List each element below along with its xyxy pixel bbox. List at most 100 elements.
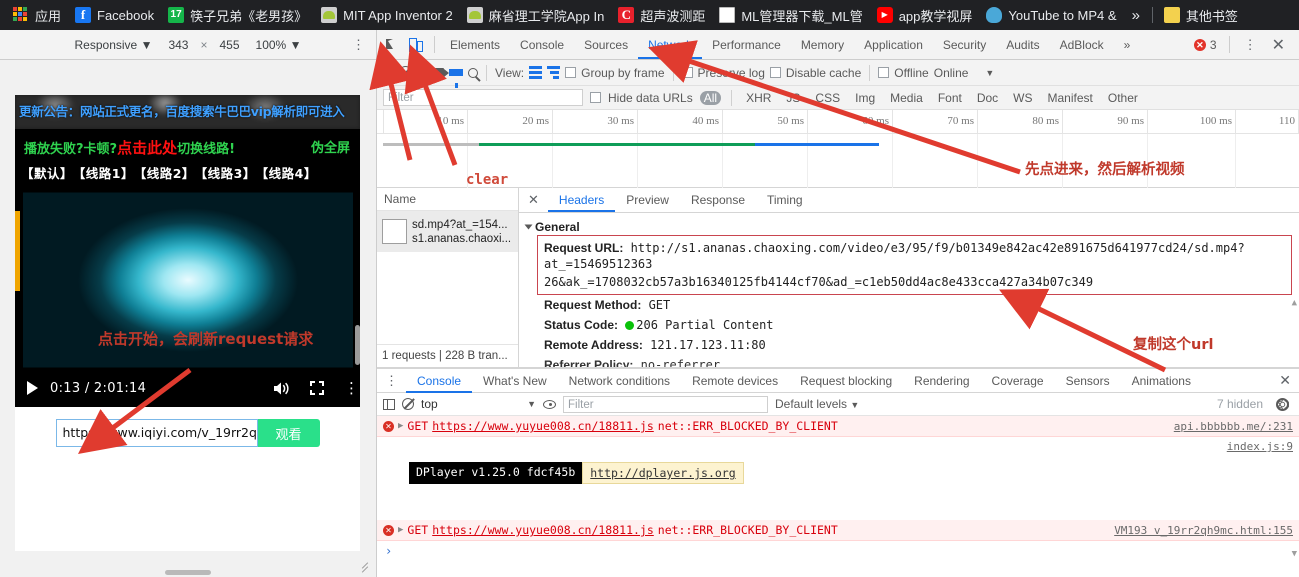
error-count-badge[interactable]: ✕ 3	[1189, 38, 1222, 52]
route-default[interactable]: 【默认】	[21, 166, 73, 181]
bookmark-ultrasonic[interactable]: C 超声波测距	[611, 3, 712, 27]
device-select[interactable]: Responsive ▼	[67, 38, 161, 52]
tab-audits[interactable]: Audits	[996, 30, 1049, 59]
tab-application[interactable]: Application	[854, 30, 933, 59]
close-drawer-icon[interactable]: ✕	[1271, 372, 1299, 389]
bookmark-facebook[interactable]: f Facebook	[68, 3, 161, 27]
drawer-tab-animations[interactable]: Animations	[1121, 369, 1202, 393]
tab-sources[interactable]: Sources	[574, 30, 638, 59]
drawer-tab-rendering[interactable]: Rendering	[903, 369, 980, 393]
hide-data-urls-checkbox[interactable]	[590, 92, 601, 103]
play-icon[interactable]	[27, 381, 38, 395]
device-height-input[interactable]: 455	[212, 38, 248, 52]
devtools-more-button[interactable]: ⋮	[1237, 38, 1264, 51]
offline-checkbox[interactable]	[878, 67, 890, 78]
resize-grip[interactable]	[360, 561, 372, 573]
gear-icon[interactable]	[1276, 397, 1290, 411]
route-4[interactable]: 【线路4】	[262, 166, 317, 181]
video-stage[interactable]	[15, 191, 360, 369]
console-message-source[interactable]: VM193 v_19rr2qh9mc.html:155	[1114, 524, 1293, 537]
route-3[interactable]: 【线路3】	[201, 166, 256, 181]
drawer-tab-console[interactable]: Console	[406, 369, 472, 393]
console-levels-select[interactable]: Default levels ▼	[775, 397, 859, 411]
console-filter-input[interactable]: Filter	[563, 395, 768, 413]
expand-arrow-icon[interactable]: ▶	[398, 525, 403, 535]
clear-button[interactable]	[399, 66, 412, 79]
type-filter-img[interactable]: Img	[851, 91, 879, 105]
view-waterfall-icon[interactable]	[547, 66, 561, 79]
device-width-input[interactable]: 343	[160, 38, 196, 52]
route-2[interactable]: 【线路2】	[140, 166, 195, 181]
bookmark-other[interactable]: 其他书签	[1157, 3, 1245, 27]
bookmark-laonanhai[interactable]: 17 筷子兄弟《老男孩》	[161, 3, 314, 27]
tab-elements[interactable]: Elements	[440, 30, 510, 59]
drawer-tab-whats-new[interactable]: What's New	[472, 369, 558, 393]
bookmark-mit-cn[interactable]: 麻省理工学院App In	[460, 3, 612, 27]
route-1[interactable]: 【线路1】	[79, 166, 134, 181]
playback-failure-notice[interactable]: 播放失败?卡顿?点击此处切换线路!	[24, 137, 235, 158]
chevron-down-icon[interactable]: ▼	[985, 68, 994, 78]
device-zoom-select[interactable]: 100% ▼	[248, 38, 310, 52]
page-scrollbar[interactable]	[355, 325, 360, 365]
group-by-frame-checkbox[interactable]	[565, 67, 577, 78]
disable-cache-checkbox[interactable]	[769, 67, 781, 78]
detail-tab-timing[interactable]: Timing	[756, 188, 814, 212]
network-filter-input[interactable]: Filter	[383, 89, 583, 106]
search-icon[interactable]	[468, 67, 478, 78]
type-filter-manifest[interactable]: Manifest	[1044, 91, 1097, 105]
drawer-tab-remote-devices[interactable]: Remote devices	[681, 369, 789, 393]
live-expression-icon[interactable]	[543, 399, 556, 409]
preserve-log-checkbox[interactable]	[681, 67, 693, 78]
inspect-element-button[interactable]	[377, 32, 403, 58]
detail-tab-headers[interactable]: Headers	[548, 188, 615, 212]
type-filter-all[interactable]: All	[699, 90, 722, 105]
scroll-up-arrow-icon[interactable]: ▲	[1292, 298, 1297, 308]
tab-network[interactable]: Network	[638, 30, 702, 59]
type-filter-doc[interactable]: Doc	[973, 91, 1002, 105]
console-error-message[interactable]: ✕ ▶ GET https://www.yuyue008.cn/18811.js…	[377, 520, 1299, 541]
type-filter-media[interactable]: Media	[886, 91, 927, 105]
tab-security[interactable]: Security	[933, 30, 996, 59]
view-list-icon[interactable]	[529, 66, 543, 79]
type-filter-font[interactable]: Font	[934, 91, 966, 105]
sidebar-toggle-icon[interactable]	[383, 398, 395, 410]
route-switcher[interactable]: 【默认】 【线路1】 【线路2】 【线路3】 【线路4】	[21, 163, 323, 182]
scroll-down-arrow-icon[interactable]: ▼	[1292, 549, 1297, 559]
console-prompt[interactable]: ›	[377, 541, 1299, 561]
toggle-device-toolbar-button[interactable]	[403, 32, 429, 58]
watch-button[interactable]: 观看	[257, 419, 320, 447]
tabs-overflow-button[interactable]: »	[1114, 30, 1141, 59]
video-url-input[interactable]: https://www.iqiyi.com/v_19rr2qh	[55, 419, 258, 447]
expand-arrow-icon[interactable]: ▶	[398, 421, 403, 431]
filter-icon[interactable]	[449, 69, 463, 88]
device-more-button[interactable]: ⋮	[352, 37, 366, 53]
volume-icon[interactable]	[273, 381, 290, 396]
console-message-source[interactable]: index.js:9	[1227, 440, 1293, 453]
bookmark-mit-app-inventor[interactable]: MIT App Inventor 2	[314, 3, 460, 27]
type-filter-ws[interactable]: WS	[1009, 91, 1036, 105]
type-filter-js[interactable]: JS	[782, 91, 804, 105]
console-error-url[interactable]: https://www.yuyue008.cn/18811.js	[432, 419, 654, 433]
record-button[interactable]	[383, 67, 394, 78]
console-error-message[interactable]: ✕ ▶ GET https://www.yuyue008.cn/18811.js…	[377, 416, 1299, 437]
tab-adblock[interactable]: AdBlock	[1050, 30, 1114, 59]
type-filter-other[interactable]: Other	[1104, 91, 1142, 105]
camera-icon[interactable]	[429, 67, 449, 78]
detail-tab-preview[interactable]: Preview	[615, 188, 680, 212]
request-row[interactable]: sd.mp4?at_=154... s1.ananas.chaoxi...	[377, 211, 518, 252]
close-icon[interactable]: ✕	[1266, 35, 1291, 55]
fullscreen-icon[interactable]	[310, 381, 324, 395]
console-context-select[interactable]: top ▼	[421, 397, 536, 411]
drawer-tab-coverage[interactable]: Coverage	[981, 369, 1055, 393]
tab-memory[interactable]: Memory	[791, 30, 854, 59]
drawer-tab-network-conditions[interactable]: Network conditions	[558, 369, 681, 393]
request-url-value-cont[interactable]: 26&ak_=1708032cb57a3b16340125fb4144cf70&…	[544, 274, 1287, 291]
type-filter-css[interactable]: CSS	[811, 91, 844, 105]
request-url-value[interactable]: http://s1.ananas.chaoxing.com/video/e3/9…	[544, 241, 1245, 271]
bookmark-apps[interactable]: 应用	[6, 3, 68, 27]
drawer-tab-sensors[interactable]: Sensors	[1055, 369, 1121, 393]
tab-console[interactable]: Console	[510, 30, 574, 59]
throttling-select[interactable]: Online	[934, 66, 969, 80]
tab-performance[interactable]: Performance	[702, 30, 791, 59]
more-vertical-icon[interactable]: ⋮	[344, 381, 359, 396]
